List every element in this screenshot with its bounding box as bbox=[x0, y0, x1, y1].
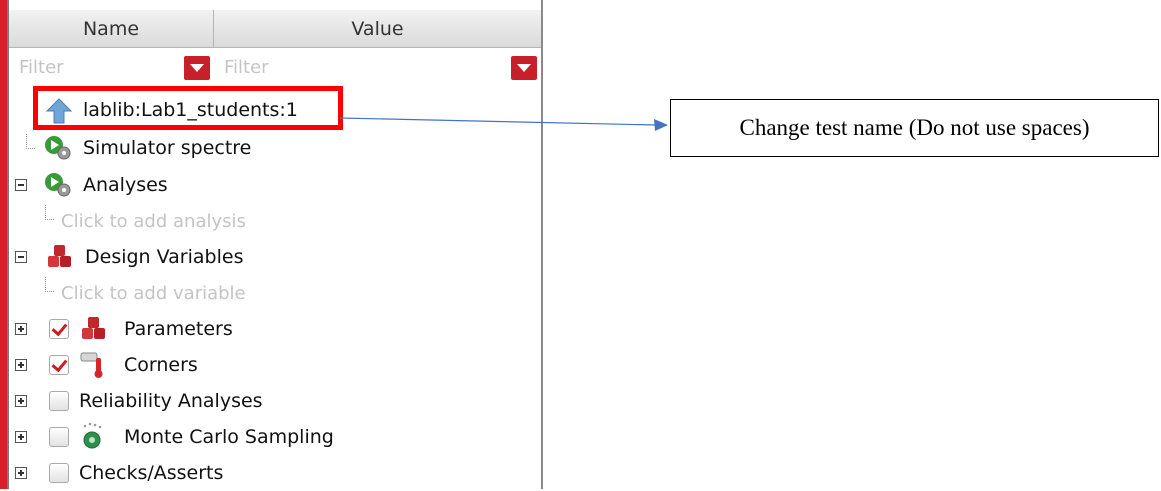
annotation-text: Change test name (Do not use spaces) bbox=[739, 115, 1090, 140]
annotation-callout: Change test name (Do not use spaces) bbox=[670, 99, 1159, 157]
annotation-arrow bbox=[339, 117, 668, 131]
